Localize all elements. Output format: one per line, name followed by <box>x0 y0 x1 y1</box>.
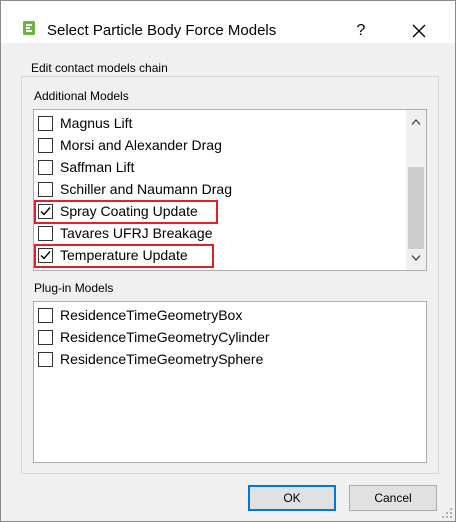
scrollbar[interactable] <box>406 110 426 270</box>
list-item[interactable]: ResidenceTimeGeometryBox <box>38 304 242 326</box>
item-label: Saffman Lift <box>60 159 135 175</box>
list-item[interactable]: Schiller and Naumann Drag <box>38 178 232 200</box>
plugin-models-list[interactable]: ResidenceTimeGeometryBox ResidenceTimeGe… <box>33 301 427 463</box>
cancel-button[interactable]: Cancel <box>349 485 437 511</box>
list-item[interactable]: Tavares UFRJ Breakage <box>38 222 213 244</box>
checkbox[interactable] <box>38 181 53 197</box>
close-button[interactable] <box>396 11 442 43</box>
chevron-up-icon <box>411 119 421 125</box>
plugin-models-label: Plug-in Models <box>34 281 114 295</box>
app-icon <box>23 21 35 35</box>
highlight-box <box>34 200 218 224</box>
dialog-window: Select Particle Body Force Models ? Edit… <box>0 0 456 522</box>
checkbox[interactable] <box>38 159 53 175</box>
checkbox[interactable] <box>38 137 53 153</box>
checkbox[interactable] <box>38 351 53 367</box>
list-item[interactable]: Morsi and Alexander Drag <box>38 134 222 156</box>
scroll-down-button[interactable] <box>406 250 426 268</box>
item-label: ResidenceTimeGeometryCylinder <box>60 329 270 345</box>
item-label: ResidenceTimeGeometryBox <box>60 307 243 323</box>
item-label: ResidenceTimeGeometrySphere <box>60 351 264 367</box>
group-legend: Edit contact models chain <box>27 61 172 75</box>
ok-button[interactable]: OK <box>248 485 336 511</box>
scroll-thumb[interactable] <box>408 167 424 249</box>
title-bar[interactable]: Select Particle Body Force Models ? <box>1 1 455 43</box>
list-item[interactable]: ResidenceTimeGeometrySphere <box>38 348 263 370</box>
checkbox[interactable] <box>38 225 53 241</box>
help-button[interactable]: ? <box>341 11 381 43</box>
additional-models-label: Additional Models <box>34 89 129 103</box>
window-title: Select Particle Body Force Models <box>47 22 277 39</box>
list-item[interactable]: ResidenceTimeGeometryCylinder <box>38 326 270 348</box>
list-item[interactable]: Magnus Lift <box>38 112 132 134</box>
item-label: Schiller and Naumann Drag <box>60 181 232 197</box>
highlight-box <box>34 244 214 268</box>
checkbox[interactable] <box>38 329 53 345</box>
checkbox[interactable] <box>38 307 53 323</box>
item-label: Magnus Lift <box>60 115 133 131</box>
checkbox[interactable] <box>38 115 53 131</box>
item-label: Morsi and Alexander Drag <box>60 137 222 153</box>
close-icon <box>412 24 426 38</box>
list-item[interactable]: Saffman Lift <box>38 156 134 178</box>
item-label: Tavares UFRJ Breakage <box>60 225 213 241</box>
additional-models-list[interactable]: Magnus Lift Morsi and Alexander Drag Saf… <box>33 109 427 271</box>
scroll-up-button[interactable] <box>406 112 426 130</box>
chevron-down-icon <box>411 255 421 261</box>
resize-grip-icon[interactable] <box>441 507 453 519</box>
